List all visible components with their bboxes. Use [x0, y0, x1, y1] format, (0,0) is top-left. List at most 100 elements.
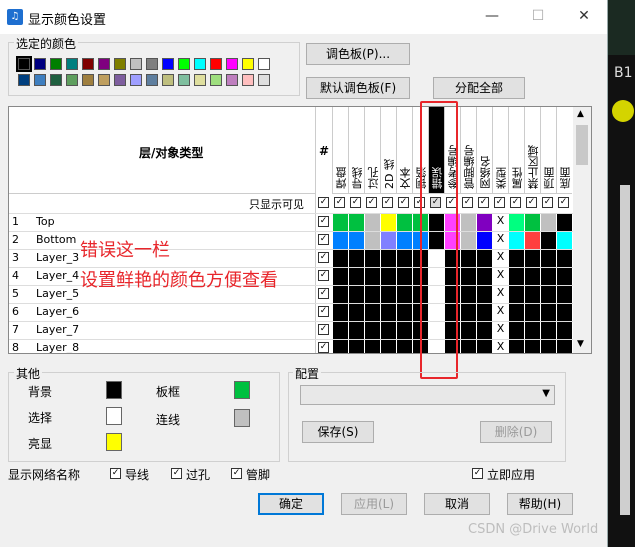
color-cell[interactable] — [461, 304, 476, 321]
color-cell[interactable] — [461, 268, 476, 285]
color-cell[interactable] — [365, 268, 380, 285]
color-cell[interactable] — [477, 268, 492, 285]
color-cell[interactable] — [365, 286, 380, 303]
visible-only-checkbox[interactable]: ✓ — [494, 197, 505, 208]
close-button[interactable]: ✕ — [574, 8, 594, 24]
column-header-cell[interactable]: 底面 — [556, 107, 572, 194]
color-cell[interactable] — [349, 250, 364, 267]
color-cell[interactable]: X — [493, 322, 508, 339]
row-visible-checkbox[interactable]: ✓ — [318, 288, 329, 299]
color-cell[interactable] — [461, 214, 476, 231]
scroll-up-icon[interactable]: ▲ — [577, 109, 584, 119]
color-swatch[interactable] — [66, 58, 78, 70]
color-cell[interactable] — [365, 304, 380, 321]
color-cell[interactable] — [541, 304, 556, 321]
color-cell[interactable] — [509, 322, 524, 339]
color-cell[interactable] — [509, 304, 524, 321]
column-header-cell[interactable]: 网络名 — [476, 107, 492, 194]
color-swatch[interactable] — [50, 74, 62, 86]
color-cell[interactable] — [525, 286, 540, 303]
color-cell[interactable] — [381, 304, 396, 321]
column-header-cell[interactable]: 文本 — [396, 107, 412, 194]
color-cell[interactable] — [509, 250, 524, 267]
column-header-cell[interactable]: 属性 — [508, 107, 524, 194]
color-cell[interactable] — [477, 322, 492, 339]
column-header-cell[interactable]: 焊盘 — [332, 107, 348, 194]
color-cell[interactable] — [397, 214, 412, 231]
color-cell[interactable] — [397, 268, 412, 285]
color-cell[interactable] — [525, 232, 540, 249]
color-cell[interactable] — [349, 232, 364, 249]
color-cell[interactable] — [541, 268, 556, 285]
visible-only-checkbox[interactable]: ✓ — [350, 197, 361, 208]
color-cell[interactable] — [381, 286, 396, 303]
color-cell[interactable] — [477, 304, 492, 321]
color-cell[interactable] — [557, 268, 572, 285]
color-swatch[interactable] — [114, 58, 126, 70]
color-cell[interactable]: X — [493, 286, 508, 303]
color-cell[interactable] — [477, 214, 492, 231]
color-cell[interactable] — [349, 304, 364, 321]
trace-checkbox[interactable]: ✓ — [110, 468, 121, 479]
color-swatch[interactable] — [34, 58, 46, 70]
color-cell[interactable] — [541, 250, 556, 267]
color-cell[interactable] — [557, 340, 572, 353]
color-swatch[interactable] — [82, 74, 94, 86]
color-cell[interactable] — [381, 214, 396, 231]
color-cell[interactable] — [333, 250, 348, 267]
color-swatch[interactable] — [82, 58, 94, 70]
visible-only-checkbox[interactable]: ✓ — [526, 197, 537, 208]
save-button[interactable]: 保存(S) — [302, 421, 374, 443]
color-swatch[interactable] — [98, 74, 110, 86]
color-swatch[interactable] — [66, 74, 78, 86]
color-cell[interactable]: X — [493, 268, 508, 285]
color-cell[interactable] — [509, 340, 524, 353]
visible-only-checkbox[interactable]: ✓ — [542, 197, 553, 208]
color-cell[interactable] — [509, 286, 524, 303]
color-swatch[interactable] — [210, 58, 222, 70]
color-cell[interactable] — [381, 268, 396, 285]
color-swatch[interactable] — [242, 74, 254, 86]
color-cell[interactable] — [557, 250, 572, 267]
config-select[interactable]: ▼ — [300, 385, 555, 405]
color-swatch[interactable] — [194, 74, 206, 86]
highlight-swatch[interactable] — [106, 433, 122, 451]
color-swatch[interactable] — [258, 58, 270, 70]
color-cell[interactable] — [477, 250, 492, 267]
column-header-cell[interactable]: 类型 — [492, 107, 508, 194]
color-swatch[interactable] — [130, 58, 142, 70]
color-cell[interactable] — [365, 250, 380, 267]
color-cell[interactable] — [557, 232, 572, 249]
color-cell[interactable] — [333, 304, 348, 321]
color-cell[interactable] — [477, 340, 492, 353]
color-swatch[interactable] — [178, 74, 190, 86]
color-cell[interactable] — [349, 322, 364, 339]
visible-only-checkbox[interactable]: ✓ — [510, 197, 521, 208]
color-swatch[interactable] — [194, 58, 206, 70]
color-cell[interactable] — [397, 340, 412, 353]
color-cell[interactable] — [477, 286, 492, 303]
color-cell[interactable] — [365, 214, 380, 231]
color-cell[interactable] — [333, 322, 348, 339]
row-visible-checkbox[interactable]: ✓ — [318, 324, 329, 335]
frame-swatch[interactable] — [234, 381, 250, 399]
color-swatch[interactable] — [98, 58, 110, 70]
cancel-button[interactable]: 取消 — [424, 493, 490, 515]
scroll-down-icon[interactable]: ▼ — [577, 339, 584, 349]
color-cell[interactable] — [541, 322, 556, 339]
color-cell[interactable] — [525, 250, 540, 267]
color-cell[interactable] — [509, 214, 524, 231]
color-cell[interactable] — [541, 214, 556, 231]
color-cell[interactable] — [461, 322, 476, 339]
color-cell[interactable] — [365, 322, 380, 339]
color-swatch[interactable] — [258, 74, 270, 86]
color-swatch[interactable] — [162, 58, 174, 70]
color-cell[interactable] — [541, 340, 556, 353]
color-cell[interactable]: X — [493, 250, 508, 267]
default-palette-button[interactable]: 默认调色板(F) — [306, 77, 410, 99]
color-cell[interactable] — [477, 232, 492, 249]
minimize-button[interactable]: — — [482, 8, 502, 24]
color-cell[interactable] — [365, 232, 380, 249]
scroll-thumb[interactable] — [576, 125, 588, 165]
color-cell[interactable] — [333, 340, 348, 353]
